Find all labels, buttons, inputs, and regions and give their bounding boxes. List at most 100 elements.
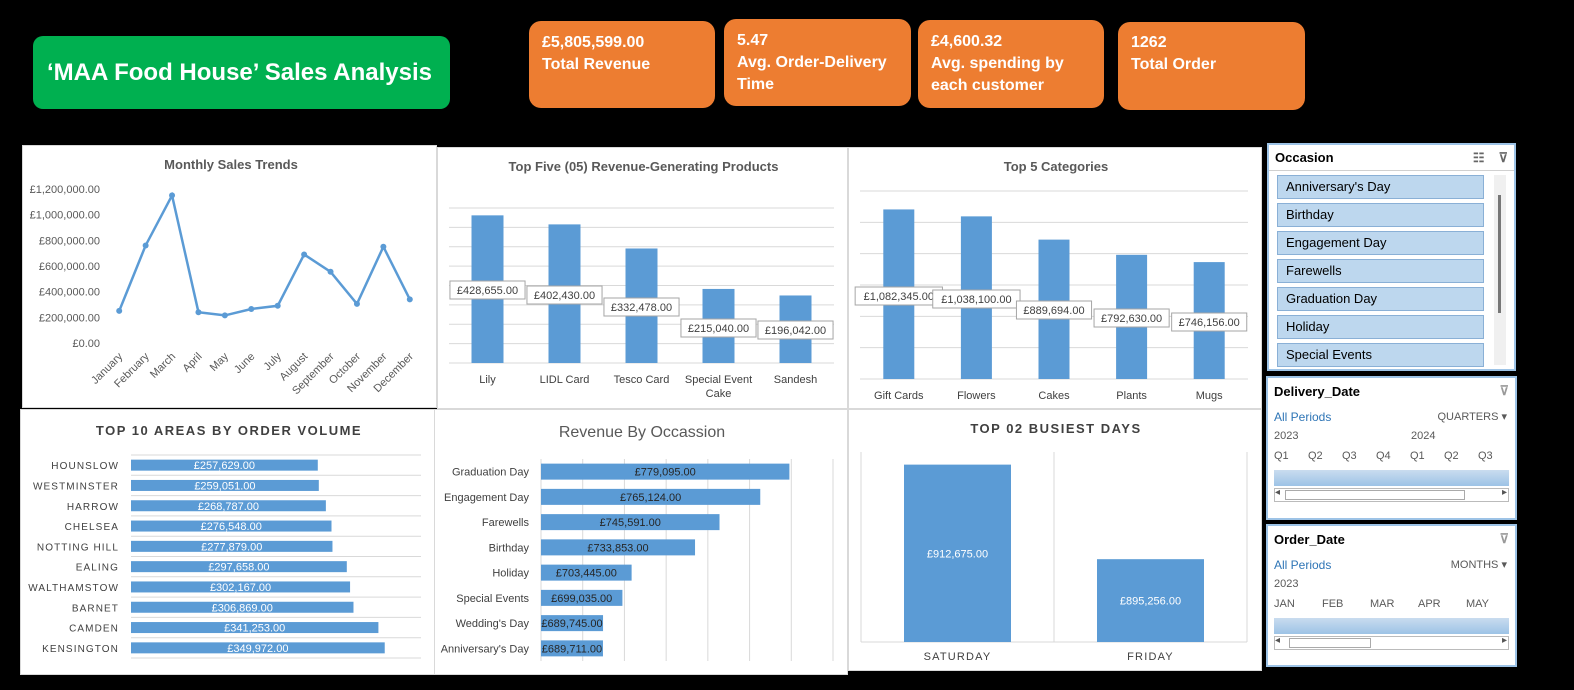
y-tick-label: NOTTING HILL xyxy=(37,542,119,553)
y-tick-label: Holiday xyxy=(492,568,529,580)
timeline-period[interactable]: JAN xyxy=(1274,598,1295,610)
order-date-timeline: Order_Date ⊽ All Periods MONTHS ▾ 2023 J… xyxy=(1266,524,1517,667)
all-periods-link[interactable]: All Periods xyxy=(1274,410,1331,424)
timeline-years: 2023 2024 xyxy=(1268,430,1515,448)
kpi-label: Avg. Order-Delivery Time xyxy=(737,54,887,93)
timeline-period[interactable]: Q1 xyxy=(1274,450,1289,462)
clear-filter-icon[interactable]: ⊽ xyxy=(1499,383,1509,399)
y-tick-label: HOUNSLOW xyxy=(51,461,119,472)
scroll-thumb[interactable] xyxy=(1285,490,1465,500)
scroll-left-icon[interactable]: ◂ xyxy=(1275,487,1280,498)
timeline-period[interactable]: Q2 xyxy=(1444,450,1459,462)
data-point xyxy=(169,192,176,199)
x-tick-label: May xyxy=(208,350,232,374)
y-tick-label: £1,200,000.00 xyxy=(30,184,100,196)
timeline-bar[interactable] xyxy=(1274,470,1509,486)
timeline-years: 2023 xyxy=(1268,578,1515,596)
x-tick-label: SATURDAY xyxy=(924,651,992,663)
data-point xyxy=(116,307,123,314)
x-tick-label: FRIDAY xyxy=(1127,651,1174,663)
y-tick-label: BARNET xyxy=(72,603,119,614)
y-tick-label: £200,000.00 xyxy=(39,312,100,324)
data-label: £277,879.00 xyxy=(201,541,262,553)
slicer-item[interactable]: Farewells xyxy=(1277,259,1484,283)
scroll-left-icon[interactable]: ◂ xyxy=(1275,635,1280,646)
y-tick-label: £800,000.00 xyxy=(39,235,100,247)
timeline-scrollbar[interactable]: ◂ ▸ xyxy=(1274,487,1509,502)
timeline-bar[interactable] xyxy=(1274,618,1509,634)
timeline-period[interactable]: APR xyxy=(1418,598,1441,610)
kpi-value: £4,600.32 xyxy=(931,33,1003,50)
data-label: £349,972.00 xyxy=(227,643,288,655)
data-point xyxy=(353,300,360,307)
slicer-item[interactable]: Engagement Day xyxy=(1277,231,1484,255)
data-label: £259,051.00 xyxy=(194,480,255,492)
x-tick-label: Cake xyxy=(706,388,732,400)
timeline-period[interactable]: Q3 xyxy=(1342,450,1357,462)
timeline-period[interactable]: MAY xyxy=(1466,598,1489,610)
y-tick-label: £600,000.00 xyxy=(39,261,100,273)
x-tick-label: Cakes xyxy=(1038,390,1070,402)
top-areas-chart: TOP 10 AREAS BY ORDER VOLUME £257,629.00 H… xyxy=(20,409,436,675)
data-point xyxy=(301,251,308,258)
data-label: £895,256.00 xyxy=(1120,596,1181,608)
data-label: £215,040.00 xyxy=(688,323,749,335)
slicer-item[interactable]: Special Events xyxy=(1277,343,1484,367)
kpi-value: 1262 xyxy=(1131,34,1167,51)
timeline-period[interactable]: Q3 xyxy=(1478,450,1493,462)
data-point xyxy=(406,296,413,303)
kpi-label: Avg. spending by each customer xyxy=(931,55,1064,94)
data-label: £268,787.00 xyxy=(198,501,259,513)
scroll-right-icon[interactable]: ▸ xyxy=(1502,635,1507,646)
chart-title: Top 5 Categories xyxy=(1004,159,1109,174)
slicer-scrollbar[interactable] xyxy=(1494,175,1506,365)
kpi-total-revenue: £5,805,599.00 Total Revenue xyxy=(529,21,715,108)
scroll-thumb[interactable] xyxy=(1498,195,1501,313)
timeline-period[interactable]: Q1 xyxy=(1410,450,1425,462)
kpi-avg-delivery-time: 5.47 Avg. Order-Delivery Time xyxy=(724,19,911,106)
all-periods-link[interactable]: All Periods xyxy=(1274,558,1331,572)
timeline-scrollbar[interactable]: ◂ ▸ xyxy=(1274,635,1509,650)
time-level-dropdown[interactable]: QUARTERS ▾ xyxy=(1437,410,1507,424)
scroll-thumb[interactable] xyxy=(1289,638,1371,648)
top-categories-chart: Top 5 Categories £1,082,345.00 Gift Cards £… xyxy=(848,147,1262,409)
clear-filter-icon[interactable]: ⊽ xyxy=(1499,531,1509,547)
timeline-year: 2023 xyxy=(1274,430,1299,442)
slicer-item[interactable]: Graduation Day xyxy=(1277,287,1484,311)
timeline-period[interactable]: MAR xyxy=(1370,598,1394,610)
slicer-item[interactable]: Holiday xyxy=(1277,315,1484,339)
timeline-period[interactable]: Q2 xyxy=(1308,450,1323,462)
kpi-value: £5,805,599.00 xyxy=(542,34,645,51)
scroll-right-icon[interactable]: ▸ xyxy=(1502,487,1507,498)
busiest-days-chart: TOP 02 BUSIEST DAYS £912,675.00 SATURDAY £8… xyxy=(848,409,1262,671)
data-label: £1,038,100.00 xyxy=(941,294,1011,306)
clear-filter-icon[interactable]: ⊽ xyxy=(1498,150,1508,166)
timeline-period[interactable]: FEB xyxy=(1322,598,1343,610)
data-label: £302,167.00 xyxy=(210,582,271,594)
x-tick-label: Flowers xyxy=(957,390,996,402)
timeline-period[interactable]: Q4 xyxy=(1376,450,1391,462)
y-tick-label: EALING xyxy=(76,563,119,574)
slicer-header: Delivery_Date ⊽ xyxy=(1268,378,1515,404)
chart-title: Revenue By Occassion xyxy=(559,424,725,441)
data-label: £733,853.00 xyxy=(587,542,648,554)
slicer-header: Occasion ☷ ⊽ xyxy=(1269,145,1514,171)
multi-select-icon[interactable]: ☷ xyxy=(1473,150,1485,166)
data-point xyxy=(274,302,281,309)
y-tick-label: Special Events xyxy=(456,593,529,605)
slicer-item[interactable]: Birthday xyxy=(1277,203,1484,227)
time-level-dropdown[interactable]: MONTHS ▾ xyxy=(1451,558,1507,572)
slicer-header: Order_Date ⊽ xyxy=(1268,526,1515,552)
data-label: £428,655.00 xyxy=(457,285,518,297)
y-tick-label: Graduation Day xyxy=(452,467,530,479)
data-label: £306,869.00 xyxy=(212,602,273,614)
data-label: £689,711.00 xyxy=(542,643,602,655)
data-label: £703,445.00 xyxy=(556,568,617,580)
data-label: £297,658.00 xyxy=(208,562,269,574)
data-point xyxy=(327,268,334,275)
data-point xyxy=(221,312,228,319)
slicer-item[interactable]: Anniversary's Day xyxy=(1277,175,1484,199)
chart-title: TOP 10 AREAS BY ORDER VOLUME xyxy=(96,423,362,438)
slicer-items: Anniversary's Day Birthday Engagement Day F… xyxy=(1269,175,1514,367)
x-tick-label: Plants xyxy=(1116,390,1147,402)
